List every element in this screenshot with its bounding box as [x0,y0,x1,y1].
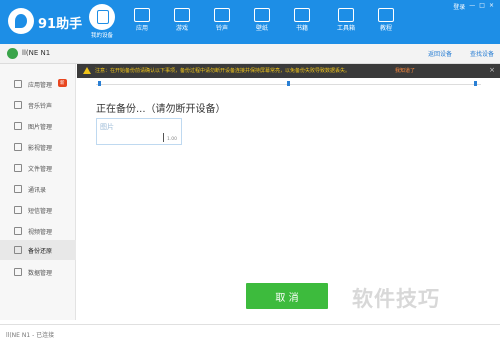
sidebar-item-video[interactable]: 影视管理 [0,137,76,157]
device-icon [89,4,115,30]
close-icon[interactable]: × [489,66,495,74]
backup-item-label: 图片 [100,123,114,131]
nav-wallpapers[interactable]: 壁纸 [244,4,280,42]
media-icon [14,227,22,235]
notice-text: 注意：在开始备份前请确认以下事项，备份过程中请勿断开设备连接并保持屏幕常亮，以免… [95,68,351,74]
top-bar: 91助手 我的设备 应用 游戏 铃声 壁纸 书籍 工具箱 教程 登录 — □ × [0,0,500,44]
sidebar-item-music[interactable]: 音乐铃声 [0,95,76,115]
photo-icon [14,122,22,130]
nav-tutorials[interactable]: 教程 [368,4,404,42]
sidebar-item-photos[interactable]: 图片管理 [0,116,76,136]
page-title: 正在备份...（请勿断开设备） [96,104,226,115]
app-logo-icon [8,8,34,34]
watermark: 软件技巧 [352,287,440,311]
book-icon [294,8,310,22]
backup-item-box: 图片 1.00 [96,118,182,145]
maximize-button[interactable]: □ [479,2,485,11]
tab-find-device[interactable]: 查找设备 [470,51,494,58]
progress-marker [287,81,290,86]
music-icon [14,101,22,109]
window-controls: 登录 — □ × [453,2,494,11]
sidebar-item-backup[interactable]: 备份还原 [0,240,76,260]
music-note-icon [214,8,230,22]
sms-icon [14,206,22,214]
device-status-icon [7,48,18,59]
device-name: ll(NE N1 [22,49,51,57]
toolbox-icon [338,8,354,22]
image-icon [254,8,270,22]
minimize-button[interactable]: — [469,2,475,11]
device-bar: ll(NE N1 返回设备 查找设备 [0,44,500,64]
nav-my-device[interactable]: 我的设备 [84,4,120,42]
gamepad-icon [174,8,190,22]
data-icon [14,268,22,276]
sidebar-item-sms[interactable]: 短信管理 [0,200,76,220]
new-badge: 新 [58,79,67,87]
status-text: ll(NE N1 - 已连接 [6,332,55,339]
nav-books[interactable]: 书籍 [284,4,320,42]
app-title: 91助手 [38,17,83,32]
tutorial-icon [378,8,394,22]
apps-icon [134,8,150,22]
login-link[interactable]: 登录 [453,2,465,11]
folder-icon [14,164,22,172]
close-button[interactable]: × [489,2,494,11]
progress-marker [474,81,477,86]
sidebar-item-app-manage[interactable]: 应用管理 新 [0,74,76,94]
video-icon [14,143,22,151]
nav-apps[interactable]: 应用 [124,4,160,42]
app-manage-icon [14,80,22,88]
tab-return-device[interactable]: 返回设备 [428,51,452,58]
nav-ringtones[interactable]: 铃声 [204,4,240,42]
status-bar: ll(NE N1 - 已连接 [0,324,500,344]
contacts-icon [14,185,22,193]
device-tabs: 返回设备 查找设备 [412,49,494,58]
sidebar-item-data[interactable]: 数据管理 [0,262,76,282]
notice-link[interactable]: 我知道了 [395,67,415,74]
nav-toolbox[interactable]: 工具箱 [328,4,364,42]
sidebar-item-files[interactable]: 文件管理 [0,158,76,178]
sidebar-item-contacts[interactable]: 通讯录 [0,179,76,199]
progress-marker [98,81,101,86]
sidebar-item-media[interactable]: 视频管理 [0,221,76,241]
sidebar: 应用管理 新 音乐铃声 图片管理 影视管理 文件管理 通讯录 短信管理 视频管理… [0,64,76,320]
backup-item-status: 1.00 [167,137,178,142]
nav-games[interactable]: 游戏 [164,4,200,42]
text-cursor [163,133,164,142]
cancel-button[interactable]: 取 消 [246,283,328,309]
backup-icon [14,246,22,254]
warning-icon [83,67,91,74]
notice-banner: 注意：在开始备份前请确认以下事项，备份过程中请勿断开设备连接并保持屏幕常亮，以免… [77,64,500,78]
